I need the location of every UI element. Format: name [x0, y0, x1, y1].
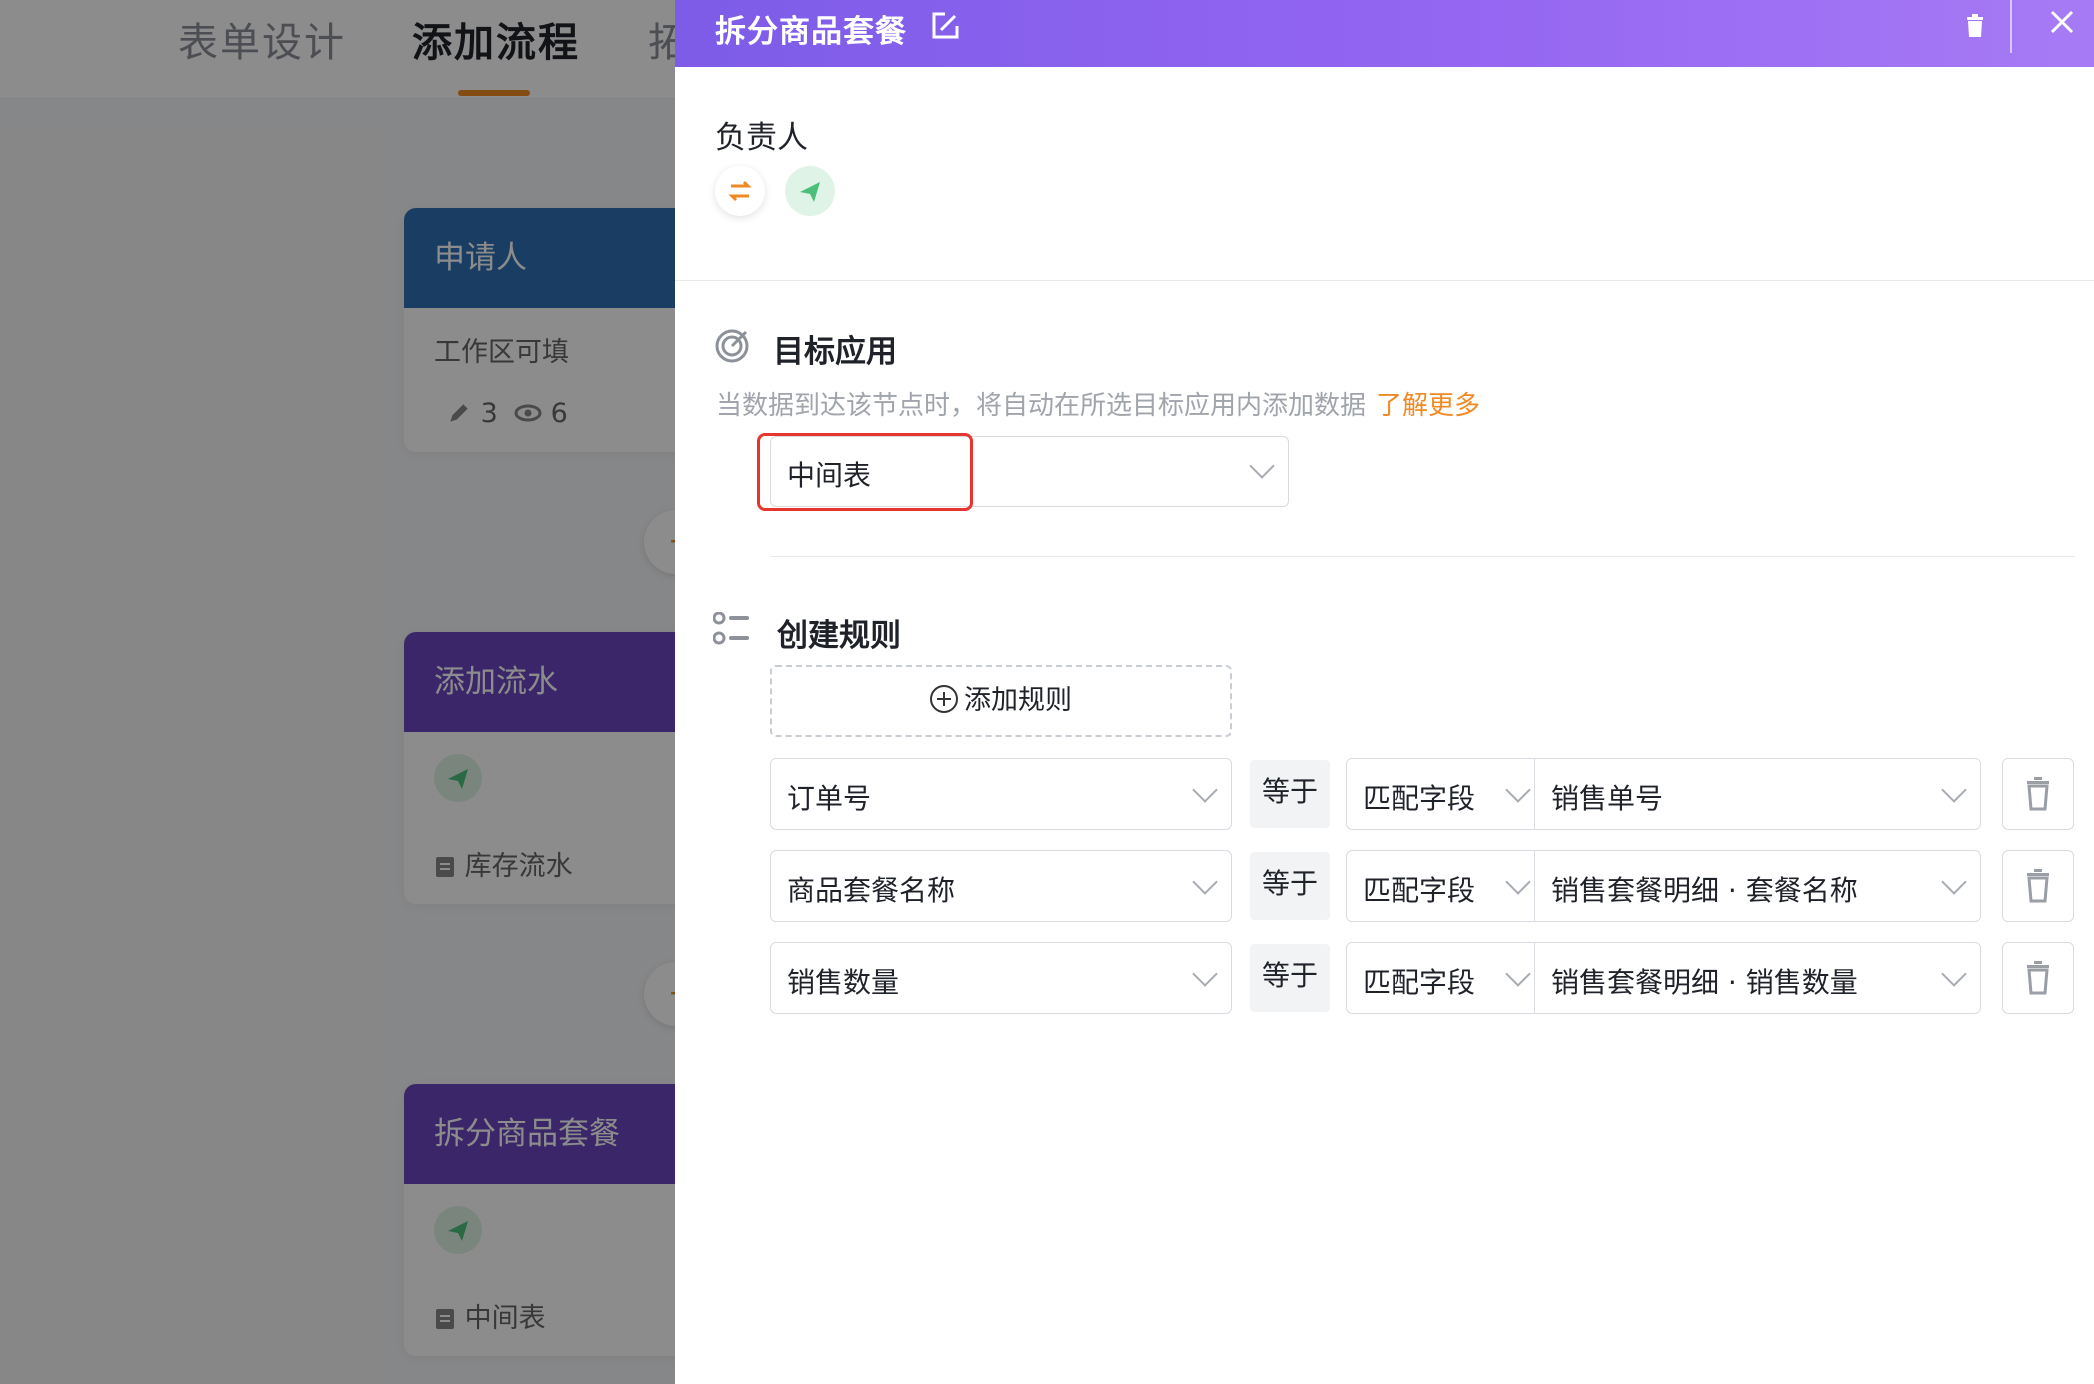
target-icon	[715, 329, 749, 363]
rule-field-select[interactable]: 商品套餐名称	[770, 850, 1232, 922]
chevron-down-icon	[1192, 869, 1218, 895]
delete-rule-button[interactable]	[2002, 942, 2074, 1014]
header-divider	[2010, 0, 2012, 53]
chevron-down-icon	[1249, 453, 1275, 479]
rule-field-value: 销售数量	[787, 966, 900, 999]
rule-operator: 等于	[1250, 944, 1330, 1012]
section-divider	[675, 280, 2094, 281]
trash-icon[interactable]	[1955, 6, 1995, 46]
chevron-down-icon[interactable]	[1941, 777, 1967, 803]
highlight-annotation	[757, 433, 973, 511]
rule-match-type[interactable]: 匹配字段	[1363, 961, 1475, 1001]
rule-field-value: 订单号	[787, 782, 872, 815]
chevron-down-icon[interactable]	[1941, 961, 1967, 987]
swap-icon	[728, 180, 752, 202]
rule-value-combo: 匹配字段 销售单号	[1346, 758, 1981, 830]
delete-rule-button[interactable]	[2002, 850, 2074, 922]
chevron-down-icon[interactable]	[1505, 869, 1531, 895]
chevron-down-icon	[1192, 777, 1218, 803]
drawer-header: 拆分商品套餐	[675, 0, 2094, 67]
node-settings-drawer: 拆分商品套餐 负责人 目标应用 当数据到达该节点时，将自动在所选目标应用内添加数…	[675, 0, 2094, 1384]
target-description-text: 当数据到达该节点时，将自动在所选目标应用内添加数据	[716, 391, 1367, 421]
edit-title-icon[interactable]	[925, 6, 965, 46]
rule-match-type[interactable]: 匹配字段	[1363, 777, 1475, 817]
rule-match-value[interactable]: 销售套餐明细 · 套餐名称	[1551, 869, 1858, 909]
learn-more-link[interactable]: 了解更多	[1376, 391, 1480, 421]
modal-overlay[interactable]	[0, 0, 675, 1384]
trash-icon	[2027, 777, 2049, 811]
combo-divider	[1534, 851, 1535, 921]
chevron-down-icon[interactable]	[1941, 869, 1967, 895]
create-rules-title: 创建规则	[777, 618, 901, 654]
owner-label: 负责人	[715, 120, 808, 156]
rule-operator: 等于	[1250, 760, 1330, 828]
trash-icon	[2027, 869, 2049, 903]
close-icon[interactable]	[2042, 2, 2082, 42]
drawer-title: 拆分商品套餐	[715, 14, 907, 50]
combo-divider	[1534, 943, 1535, 1013]
rule-value-combo: 匹配字段 销售套餐明细 · 套餐名称	[1346, 850, 1981, 922]
switch-owner-button[interactable]	[715, 166, 765, 216]
add-rule-button[interactable]: 添加规则	[770, 665, 1232, 737]
combo-divider	[1534, 759, 1535, 829]
rule-value-combo: 匹配字段 销售套餐明细 · 销售数量	[1346, 942, 1981, 1014]
add-rule-label: 添加规则	[964, 685, 1072, 716]
rule-field-value: 商品套餐名称	[787, 874, 956, 907]
target-app-title: 目标应用	[773, 334, 897, 370]
rule-operator: 等于	[1250, 852, 1330, 920]
plus-circle-icon	[930, 685, 958, 713]
delete-rule-button[interactable]	[2002, 758, 2074, 830]
chevron-down-icon[interactable]	[1505, 961, 1531, 987]
rule-field-select[interactable]: 销售数量	[770, 942, 1232, 1014]
send-icon	[800, 182, 820, 202]
target-app-description: 当数据到达该节点时，将自动在所选目标应用内添加数据 了解更多	[716, 385, 1480, 422]
section-divider	[770, 556, 2075, 557]
workflow-canvas: 表单设计 添加流程 拓 申请人 工作区可填 3 6 + 添加流水	[0, 0, 675, 1384]
chevron-down-icon[interactable]	[1505, 777, 1531, 803]
rule-match-value[interactable]: 销售单号	[1551, 777, 1663, 817]
rule-field-select[interactable]: 订单号	[770, 758, 1232, 830]
trash-icon	[2027, 961, 2049, 995]
rule-match-value[interactable]: 销售套餐明细 · 销售数量	[1551, 961, 1858, 1001]
list-icon	[713, 612, 749, 645]
send-owner-button[interactable]	[785, 166, 835, 216]
rule-match-type[interactable]: 匹配字段	[1363, 869, 1475, 909]
chevron-down-icon	[1192, 961, 1218, 987]
